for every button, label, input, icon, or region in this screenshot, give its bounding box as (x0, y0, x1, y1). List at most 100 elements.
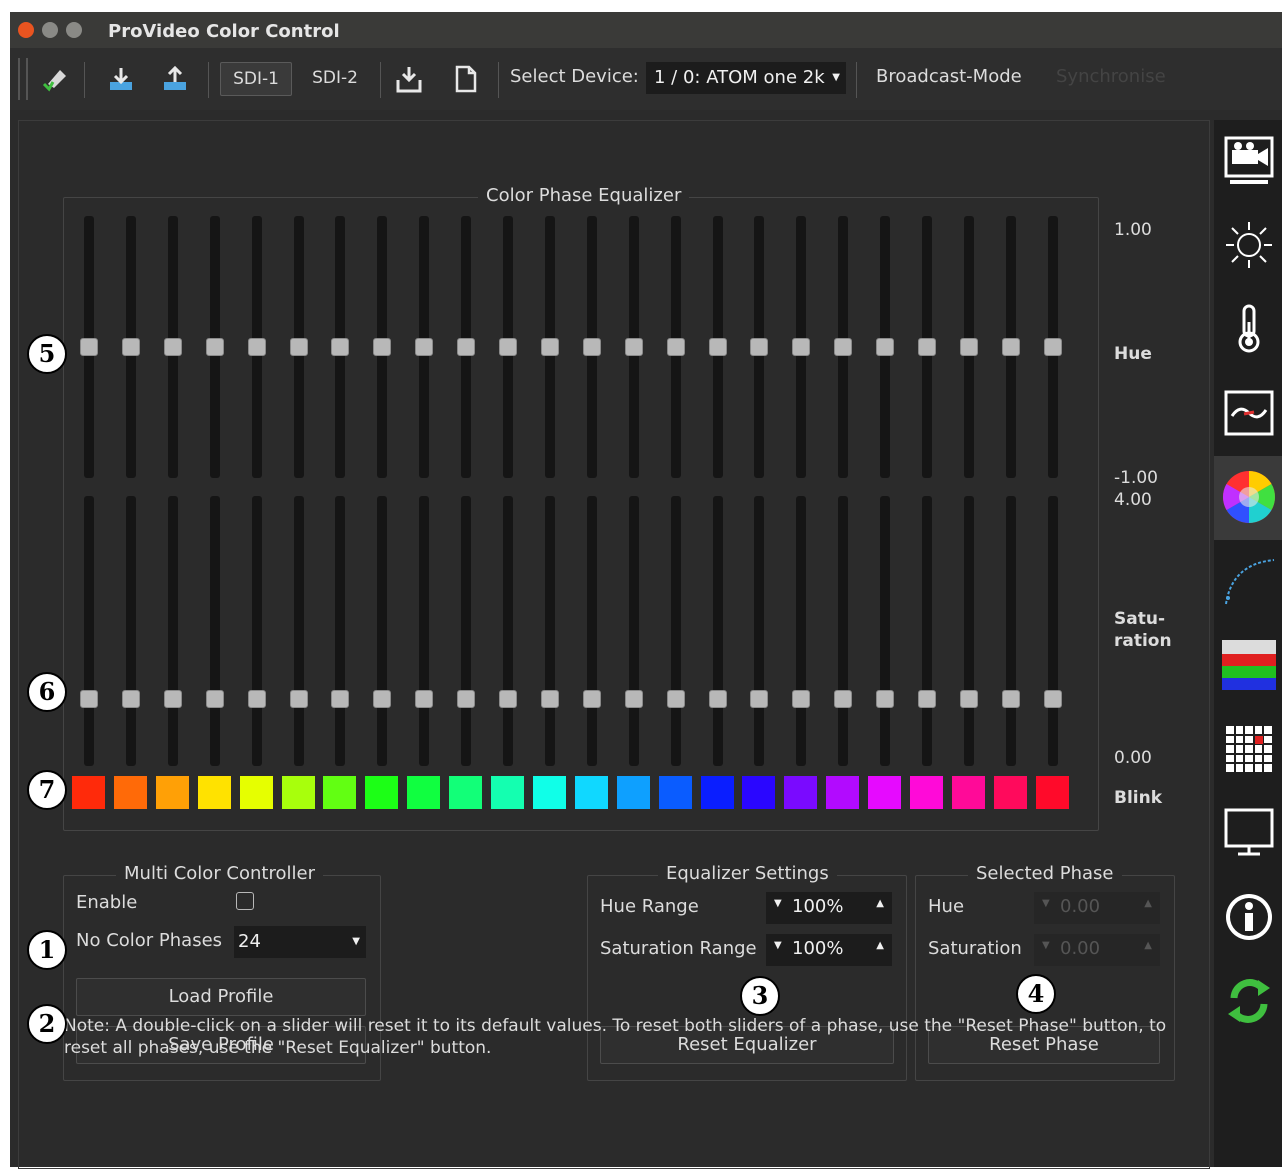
phase-color-swatch-10[interactable] (449, 776, 483, 809)
phase-color-swatch-15[interactable] (658, 776, 692, 809)
saturation-slider-handle-5[interactable] (247, 689, 266, 708)
saturation-slider-handle-4[interactable] (205, 689, 224, 708)
saturation-slider-handle-12[interactable] (540, 689, 559, 708)
new-file-icon[interactable] (450, 64, 480, 94)
phase-color-swatch-18[interactable] (784, 776, 818, 809)
saturation-slider-handle-9[interactable] (415, 689, 434, 708)
saturation-slider-track-6[interactable] (293, 496, 304, 766)
close-window-button[interactable] (18, 22, 34, 38)
minimize-window-button[interactable] (42, 22, 58, 38)
decrement-icon[interactable]: ▼ (1042, 940, 1050, 951)
hue-slider-handle-7[interactable] (331, 338, 350, 356)
hue-slider-handle-23[interactable] (1001, 338, 1020, 356)
saturation-slider-handle-19[interactable] (834, 689, 853, 708)
saturation-slider-track-3[interactable] (167, 496, 178, 766)
sidebar-item-matrix[interactable] (1214, 708, 1282, 792)
hue-slider-handle-2[interactable] (121, 338, 140, 356)
decrement-icon[interactable]: ▼ (1042, 898, 1050, 909)
phase-color-swatch-14[interactable] (616, 776, 650, 809)
save-to-file-icon[interactable] (394, 64, 424, 94)
saturation-slider-handle-22[interactable] (959, 689, 978, 708)
saturation-slider-track-23[interactable] (1005, 496, 1016, 766)
increment-icon[interactable]: ▲ (876, 898, 884, 909)
broadcast-mode-button[interactable]: Broadcast-Mode (876, 66, 1022, 87)
hue-slider-handle-22[interactable] (959, 338, 978, 356)
saturation-slider-track-5[interactable] (251, 496, 262, 766)
saturation-slider-handle-3[interactable] (163, 689, 182, 708)
saturation-slider-handle-7[interactable] (331, 689, 350, 708)
hue-slider-handle-12[interactable] (540, 338, 559, 356)
saturation-slider-handle-21[interactable] (918, 689, 936, 708)
phase-color-swatch-3[interactable] (155, 776, 189, 809)
decrement-icon[interactable]: ▼ (774, 898, 782, 909)
hue-slider-handle-16[interactable] (708, 338, 727, 356)
saturation-slider-handle-24[interactable] (1043, 689, 1062, 708)
saturation-slider-handle-18[interactable] (792, 689, 811, 708)
color-phases-select[interactable]: 24 ▼ (234, 926, 366, 958)
saturation-slider-track-19[interactable] (838, 496, 849, 766)
saturation-slider-track-13[interactable] (586, 496, 597, 766)
upload-to-device-icon[interactable] (160, 64, 190, 94)
hue-slider-handle-6[interactable] (289, 338, 308, 356)
sidebar-item-color-wheel[interactable] (1214, 456, 1282, 540)
saturation-slider-track-24[interactable] (1047, 496, 1058, 766)
phase-color-swatch-5[interactable] (239, 776, 273, 809)
toolbar-grip[interactable] (18, 58, 28, 100)
sidebar-item-white-balance[interactable] (1214, 288, 1282, 372)
saturation-slider-handle-10[interactable] (457, 689, 476, 708)
saturation-slider-track-18[interactable] (796, 496, 807, 766)
phase-color-swatch-16[interactable] (700, 776, 734, 809)
hue-slider-handle-10[interactable] (457, 338, 476, 356)
saturation-slider-handle-2[interactable] (121, 689, 140, 708)
device-select[interactable]: 1 / 0: ATOM one 2k ▼ (646, 62, 846, 94)
saturation-slider-handle-17[interactable] (750, 689, 769, 708)
decrement-icon[interactable]: ▼ (774, 940, 782, 951)
increment-icon[interactable]: ▲ (1144, 940, 1152, 951)
hue-slider-handle-13[interactable] (582, 338, 601, 356)
sidebar-item-sync[interactable] (1214, 960, 1282, 1044)
saturation-slider-track-8[interactable] (377, 496, 388, 766)
saturation-slider-track-2[interactable] (125, 496, 136, 766)
maximize-window-button[interactable] (66, 22, 82, 38)
saturation-slider-track-7[interactable] (335, 496, 346, 766)
phase-color-swatch-9[interactable] (407, 776, 441, 809)
hue-slider-handle-19[interactable] (834, 338, 853, 356)
saturation-slider-track-21[interactable] (922, 496, 932, 766)
enable-checkbox[interactable] (236, 892, 254, 910)
download-from-device-icon[interactable] (106, 64, 136, 94)
saturation-slider-track-20[interactable] (880, 496, 891, 766)
phase-color-swatch-20[interactable] (868, 776, 902, 809)
sidebar-item-info[interactable] (1214, 876, 1282, 960)
phase-color-swatch-2[interactable] (113, 776, 147, 809)
sidebar-item-curves[interactable] (1214, 540, 1282, 624)
saturation-slider-handle-1[interactable] (80, 689, 98, 708)
phase-hue-spinbox[interactable]: ▼ 0.00 ▲ (1034, 892, 1160, 924)
phase-color-swatch-1[interactable] (72, 776, 105, 809)
sidebar-item-exposure[interactable] (1214, 204, 1282, 288)
sidebar-item-camera[interactable] (1214, 120, 1282, 204)
hue-slider-handle-1[interactable] (80, 338, 98, 356)
load-profile-button[interactable]: Load Profile (76, 978, 366, 1016)
sidebar-item-gamma[interactable] (1214, 372, 1282, 456)
phase-color-swatch-21[interactable] (910, 776, 943, 809)
saturation-slider-handle-13[interactable] (582, 689, 601, 708)
hue-range-spinbox[interactable]: ▼ 100% ▲ (766, 892, 892, 924)
phase-color-swatch-24[interactable] (1035, 776, 1069, 809)
increment-icon[interactable]: ▲ (876, 940, 884, 951)
saturation-range-spinbox[interactable]: ▼ 100% ▲ (766, 934, 892, 966)
hue-slider-handle-11[interactable] (499, 338, 517, 356)
phase-color-swatch-6[interactable] (281, 776, 315, 809)
saturation-slider-track-11[interactable] (503, 496, 513, 766)
phase-color-swatch-19[interactable] (826, 776, 860, 809)
hue-slider-handle-14[interactable] (624, 338, 643, 356)
hue-slider-handle-4[interactable] (205, 338, 224, 356)
hue-slider-handle-21[interactable] (918, 338, 936, 356)
saturation-slider-handle-8[interactable] (373, 689, 392, 708)
hue-slider-handle-3[interactable] (163, 338, 182, 356)
hue-slider-handle-20[interactable] (876, 338, 895, 356)
saturation-slider-handle-20[interactable] (876, 689, 895, 708)
saturation-slider-track-9[interactable] (419, 496, 430, 766)
saturation-slider-handle-11[interactable] (499, 689, 517, 708)
hue-slider-handle-24[interactable] (1043, 338, 1062, 356)
sidebar-item-monitor[interactable] (1214, 792, 1282, 876)
